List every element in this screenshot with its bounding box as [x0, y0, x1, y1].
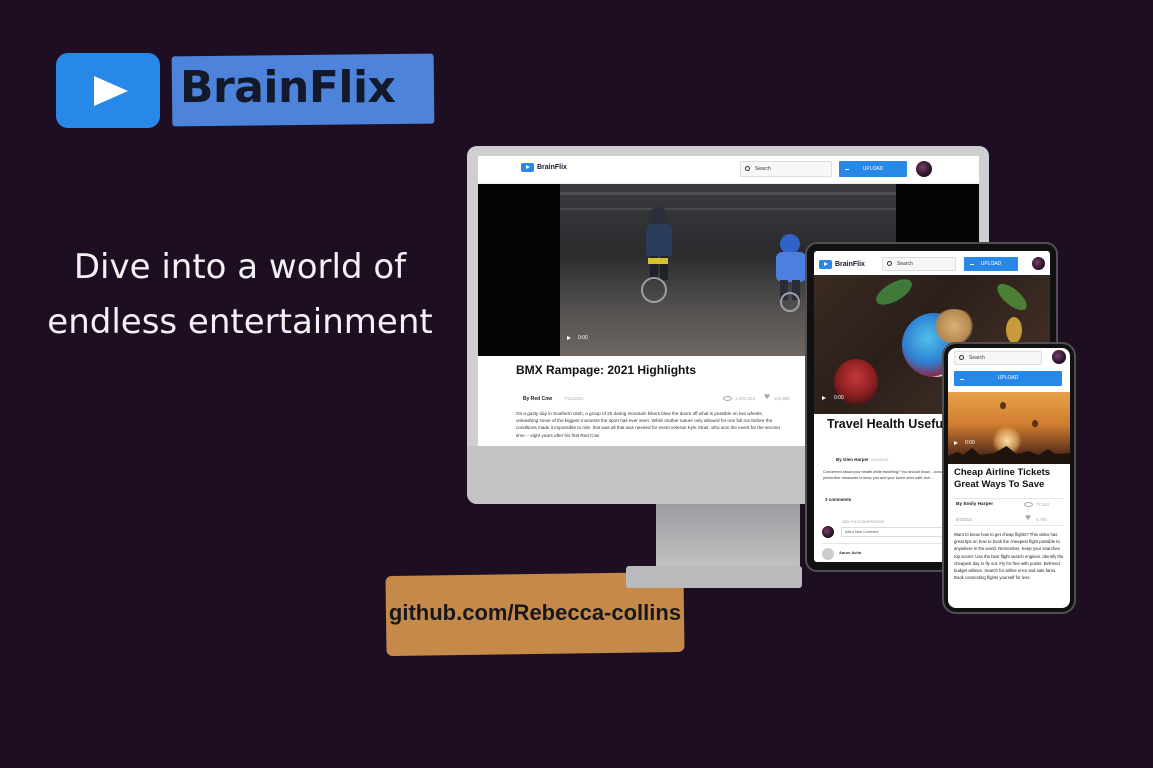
phone-user-avatar[interactable] [1052, 350, 1066, 364]
granola-image [932, 309, 976, 343]
desktop-search-placeholder: Search [755, 166, 771, 172]
desktop-user-avatar[interactable] [916, 161, 932, 177]
desktop-video-author: By Red Cow [523, 396, 553, 402]
tablet-search-input[interactable]: Search [882, 257, 956, 271]
desktop-navbar: BrainFlix Search UPLOAD [478, 156, 979, 184]
phone-video-likes: 8,785 [1036, 517, 1047, 522]
brand-name: BrainFlix [180, 62, 396, 113]
likes-icon[interactable]: ♥ [1025, 515, 1031, 522]
desktop-video-views: 1,001,023 [735, 396, 756, 401]
play-icon[interactable] [822, 396, 826, 400]
phone-search-placeholder: Search [969, 355, 985, 361]
upload-icon [960, 375, 964, 380]
tablet-upload-label: UPLOAD [980, 261, 1002, 267]
divider [954, 525, 1064, 526]
views-icon [1024, 502, 1033, 507]
search-icon [745, 166, 750, 171]
food-leaf [993, 279, 1031, 315]
tablet-search-placeholder: Search [897, 261, 913, 267]
phone-video-author: By Emily Harper [956, 502, 994, 507]
commenter-name: Aaron Avila [839, 550, 861, 555]
desktop-video-title: BMX Rampage: 2021 Highlights [516, 363, 697, 377]
tablet-upload-button[interactable]: UPLOAD [964, 257, 1018, 271]
monitor-stand-neck [656, 504, 800, 566]
spoon-image [1006, 317, 1022, 343]
desktop-logo[interactable]: BrainFlix [521, 163, 567, 172]
search-icon [959, 355, 964, 360]
phone-search-input[interactable]: Search [954, 351, 1042, 365]
phone-video-time: 0:00 [965, 440, 975, 446]
tagline-line-2: endless entertainment [47, 302, 433, 342]
tablet-join-label: JOIN THE CONVERSATION [842, 520, 885, 524]
brand-play-icon [56, 53, 160, 128]
tagline-line-1: Dive into a world of [73, 247, 407, 287]
play-icon[interactable] [954, 441, 958, 445]
search-icon [887, 261, 892, 266]
monitor-stand-base [626, 566, 802, 588]
desktop-video-date: 7/11/2021 [564, 396, 584, 401]
desktop-upload-button[interactable]: UPLOAD [839, 161, 907, 177]
divider [954, 498, 1064, 499]
desktop-video-description: On a gusty day in Southern Utah, a group… [516, 411, 780, 438]
video-beam [560, 208, 896, 210]
play-logo-icon [521, 163, 534, 172]
tablet-video-time: 0:00 [834, 395, 844, 401]
balloon-image [1000, 402, 1006, 409]
bmx-rider-1 [641, 207, 672, 303]
phone-video-views: 72,342 [1036, 502, 1050, 507]
tablet-user-avatar[interactable] [1032, 257, 1045, 270]
phone-upload-button[interactable]: UPLOAD [954, 371, 1062, 386]
commenter-avatar [822, 548, 834, 560]
desktop-search-input[interactable]: Search [740, 161, 832, 177]
upload-icon [845, 165, 849, 170]
phone-upload-label: UPLOAD [997, 375, 1019, 381]
desktop-upload-label: UPLOAD [862, 166, 884, 172]
views-icon [723, 396, 732, 401]
phone-video-description: Want to know how to get cheap flights? T… [954, 532, 1064, 581]
tablet-logo-text: BrainFlix [835, 261, 865, 268]
video-beam [560, 192, 896, 195]
desktop-video-time: 0:00 [578, 335, 588, 341]
balloon-image [1032, 420, 1038, 427]
play-icon[interactable] [567, 336, 571, 340]
food-leaf [872, 275, 916, 310]
tablet-comments-count: 3 comments [825, 497, 852, 502]
play-logo-icon [819, 260, 832, 269]
likes-icon[interactable]: ♥ [764, 394, 770, 401]
tablet-video-author: By Glen Harper [836, 457, 869, 462]
tablet-video-date: 5/10/2021 [871, 457, 889, 462]
tablet-logo[interactable]: BrainFlix [819, 260, 865, 269]
tablet-comment-avatar [822, 526, 834, 538]
github-link[interactable]: github.com/Rebecca-collins [386, 600, 684, 626]
phone-video-title: Cheap Airline Tickets Great Ways To Save [954, 467, 1051, 490]
phone-video-date: 9/3/2021 [956, 517, 973, 522]
tagline: Dive into a world of endless entertainme… [30, 240, 450, 350]
phone-video-player[interactable]: 0:00 [948, 392, 1070, 464]
desktop-logo-text: BrainFlix [537, 164, 567, 171]
phone-screen: Search UPLOAD 0:00 Cheap Airline Tickets… [948, 348, 1070, 608]
desktop-video-likes: 110,985 [774, 396, 790, 401]
upload-icon [970, 260, 974, 265]
